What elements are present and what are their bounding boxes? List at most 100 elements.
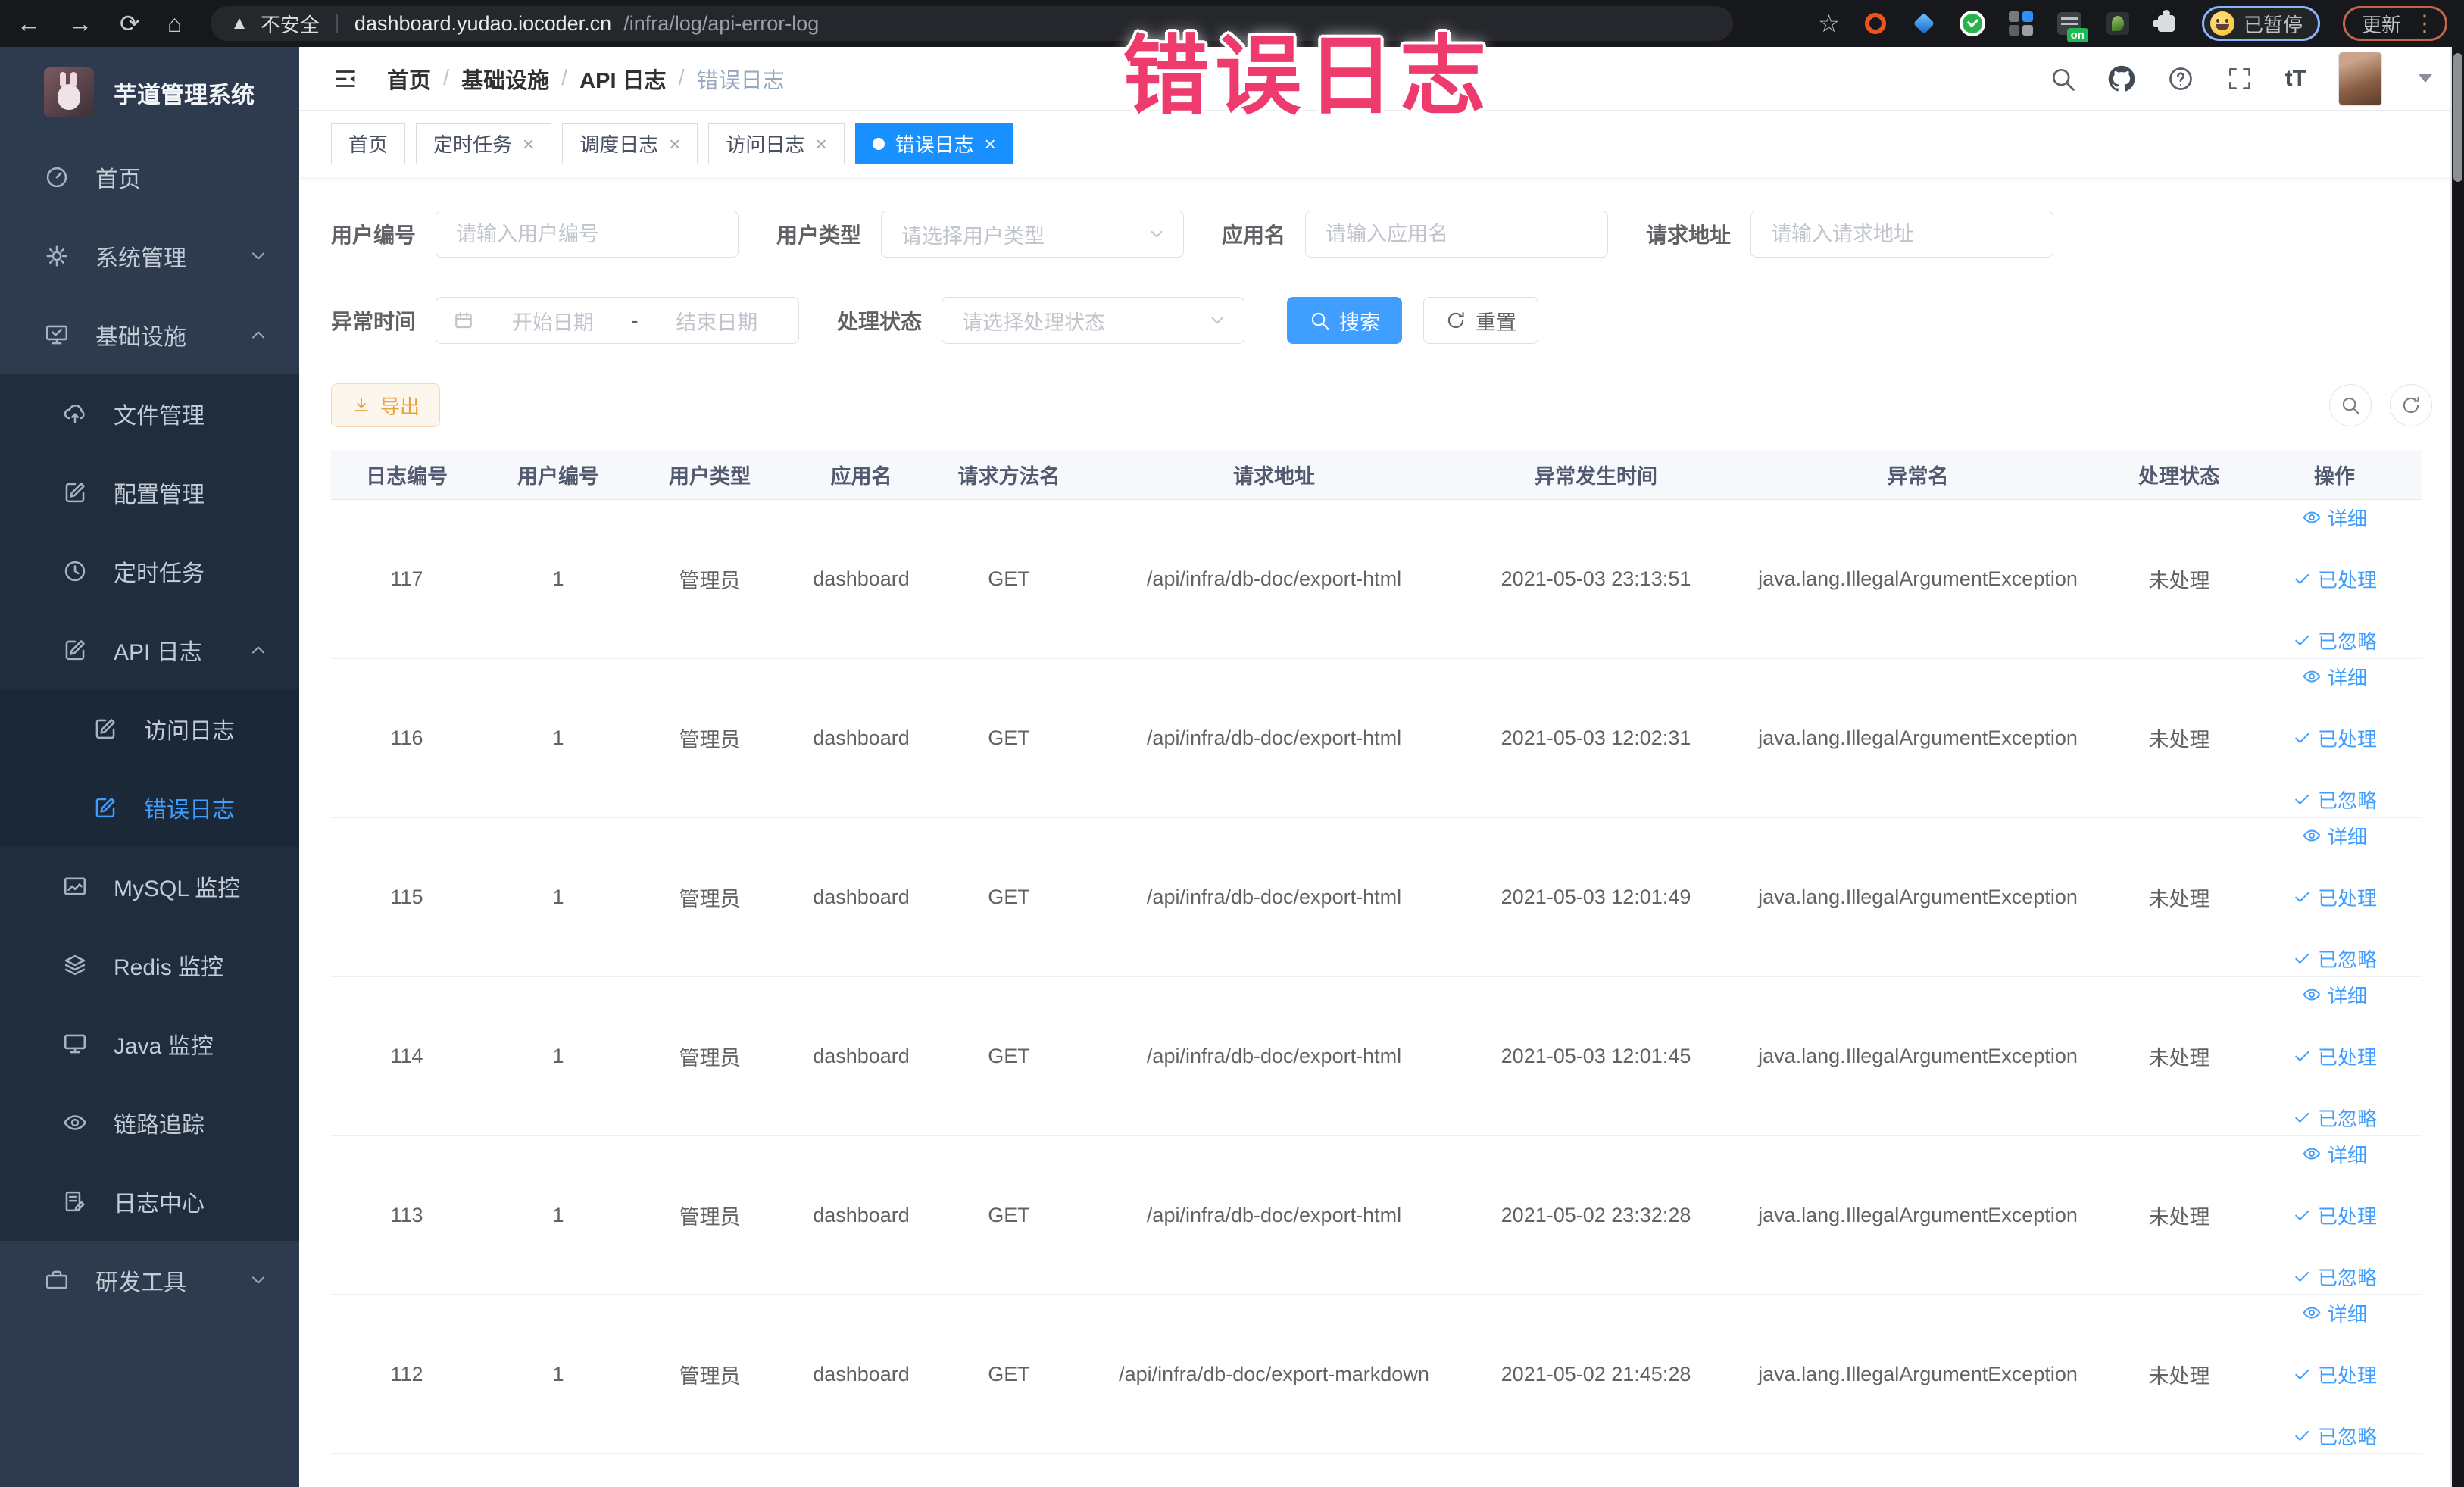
search-button[interactable]: 搜索 [1287, 297, 1403, 344]
extension-leaf-icon[interactable] [2105, 11, 2131, 36]
sidebar-item-trace[interactable]: 链路追踪 [0, 1083, 299, 1162]
detail-link[interactable]: 详细 [2302, 981, 2367, 1009]
extension-grid-icon[interactable] [2008, 11, 2034, 36]
app-title: 芋道管理系统 [114, 81, 255, 108]
sidebar-item-mysql-monitor[interactable]: MySQL 监控 [0, 847, 299, 926]
filter-row-1: 用户编号 用户类型 请选择用户类型 应用名 [331, 211, 2432, 258]
scrollbar-thumb[interactable] [2453, 53, 2462, 182]
app-name-input[interactable] [1305, 211, 1609, 258]
ignored-link[interactable]: 已忽略 [2292, 1422, 2377, 1450]
sidebar-item-infrastructure[interactable]: 基础设施 [0, 295, 299, 374]
processed-link[interactable]: 已处理 [2292, 883, 2377, 911]
tab-error-log[interactable]: 错误日志 [854, 123, 1013, 164]
processed-link[interactable]: 已处理 [2292, 1201, 2377, 1229]
browser-menu-kebab-icon[interactable]: ⋮ [2413, 11, 2436, 37]
ignored-link[interactable]: 已忽略 [2292, 626, 2377, 654]
sidebar-item-log-center[interactable]: 日志中心 [0, 1162, 299, 1241]
reset-button[interactable]: 重置 [1423, 297, 1539, 344]
breadcrumb-item[interactable]: 基础设施 [461, 63, 549, 95]
page-scrollbar[interactable] [2450, 47, 2464, 1487]
browser-update-button[interactable]: 更新 ⋮ [2342, 6, 2447, 41]
toggle-search-button[interactable] [2329, 384, 2372, 426]
tab-home[interactable]: 首页 [331, 123, 406, 164]
avatar-caret-icon[interactable] [2419, 74, 2432, 83]
col-header-request-url: 请求地址 [1233, 465, 1315, 488]
sidebar-item-access-log[interactable]: 访问日志 [0, 689, 299, 768]
sidebar-item-scheduled-tasks[interactable]: 定时任务 [0, 532, 299, 611]
tab-scheduled-tasks[interactable]: 定时任务 [416, 123, 552, 164]
cell-log-id: 117 [390, 567, 423, 590]
close-icon[interactable] [815, 134, 826, 154]
extension-green-check-icon[interactable] [1959, 11, 1985, 36]
sidebar-item-label: 首页 [95, 167, 141, 192]
sidebar-logo[interactable]: 芋道管理系统 [0, 47, 299, 138]
sidebar-item-redis-monitor[interactable]: Redis 监控 [0, 926, 299, 1004]
sidebar-item-java-monitor[interactable]: Java 监控 [0, 1004, 299, 1083]
sidebar-item-api-log[interactable]: API 日志 [0, 611, 299, 689]
bookmark-star-icon[interactable]: ☆ [1818, 9, 1840, 38]
detail-link[interactable]: 详细 [2302, 1140, 2367, 1168]
cell-actions: 详细 已处理 已忽略 [2247, 663, 2422, 814]
ignored-link[interactable]: 已忽略 [2292, 945, 2377, 973]
sidebar-item-file-management[interactable]: 文件管理 [0, 374, 299, 453]
ignored-link[interactable]: 已忽略 [2292, 1263, 2377, 1291]
ignored-link[interactable]: 已忽略 [2292, 786, 2377, 814]
sidebar-item-config-management[interactable]: 配置管理 [0, 453, 299, 532]
help-icon[interactable] [2167, 65, 2194, 92]
processed-link[interactable]: 已处理 [2292, 724, 2377, 752]
detail-link[interactable]: 详细 [2302, 663, 2367, 691]
processed-link[interactable]: 已处理 [2292, 1042, 2377, 1070]
infrastructure-submenu: 文件管理 配置管理 定时任务 API 日志 访问日志 错误日志 MySQL 监控… [0, 374, 299, 1241]
cell-method: GET [988, 1044, 1030, 1067]
date-range-picker[interactable]: 开始日期 - 结束日期 [436, 297, 800, 344]
processed-link[interactable]: 已处理 [2292, 565, 2377, 593]
close-icon[interactable] [669, 134, 680, 154]
user-id-input[interactable] [436, 211, 739, 258]
sidebar-item-dev-tools[interactable]: 研发工具 [0, 1241, 299, 1320]
detail-link[interactable]: 详细 [2302, 504, 2367, 532]
date-end-placeholder[interactable]: 结束日期 [652, 306, 782, 336]
detail-link[interactable]: 详细 [2302, 1299, 2367, 1327]
cell-process-status: 未处理 [2148, 728, 2210, 751]
search-icon[interactable] [2049, 65, 2076, 92]
reload-icon[interactable]: ⟳ [120, 9, 140, 38]
close-icon[interactable] [985, 134, 996, 154]
sidebar-item-error-log[interactable]: 错误日志 [0, 768, 299, 847]
extension-on-badge-icon[interactable]: on [2056, 11, 2088, 42]
processed-link[interactable]: 已处理 [2292, 1360, 2377, 1389]
process-status-select[interactable]: 请选择处理状态 [942, 297, 1245, 344]
security-label[interactable]: 不安全 [261, 10, 320, 38]
tab-schedule-log[interactable]: 调度日志 [562, 123, 698, 164]
refresh-table-button[interactable] [2390, 384, 2432, 426]
github-icon[interactable] [2108, 65, 2135, 92]
back-icon[interactable]: ← [17, 10, 41, 38]
calendar-icon [453, 310, 474, 331]
cell-actions: 详细 已处理 已忽略 [2247, 1140, 2422, 1291]
sidebar-item-home[interactable]: 首页 [0, 138, 299, 217]
breadcrumb-item[interactable]: 首页 [387, 63, 431, 95]
extension-gem-icon[interactable] [1911, 11, 1937, 36]
forward-icon[interactable]: → [68, 10, 92, 38]
request-url-input[interactable] [1750, 211, 2054, 258]
cell-process-status: 未处理 [2148, 887, 2210, 911]
fullscreen-icon[interactable] [2226, 65, 2253, 92]
home-icon[interactable]: ⌂ [167, 10, 182, 38]
close-icon[interactable] [523, 134, 534, 154]
export-button[interactable]: 导出 [331, 383, 441, 427]
sidebar-item-system-management[interactable]: 系统管理 [0, 217, 299, 295]
user-type-select[interactable]: 请选择用户类型 [881, 211, 1185, 258]
select-placeholder: 请选择用户类型 [901, 224, 1045, 248]
date-start-placeholder[interactable]: 开始日期 [488, 306, 618, 336]
user-avatar[interactable] [2338, 51, 2382, 106]
extension-orange-icon[interactable] [1863, 11, 1888, 36]
font-size-icon[interactable] [2285, 66, 2306, 92]
detail-link[interactable]: 详细 [2302, 822, 2367, 850]
address-bar[interactable]: ▲ 不安全 dashboard.yudao.iocoder.cn/infra/l… [211, 6, 1734, 41]
profile-paused-badge[interactable]: 已暂停 [2201, 6, 2320, 41]
ignored-link[interactable]: 已忽略 [2292, 1104, 2377, 1132]
tab-access-log[interactable]: 访问日志 [708, 123, 845, 164]
extensions-puzzle-icon[interactable] [2152, 10, 2179, 36]
table-row: 116 1 管理员 dashboard GET /api/infra/db-do… [331, 659, 2422, 818]
breadcrumb-item[interactable]: API 日志 [579, 63, 666, 95]
collapse-sidebar-icon[interactable] [331, 64, 360, 93]
